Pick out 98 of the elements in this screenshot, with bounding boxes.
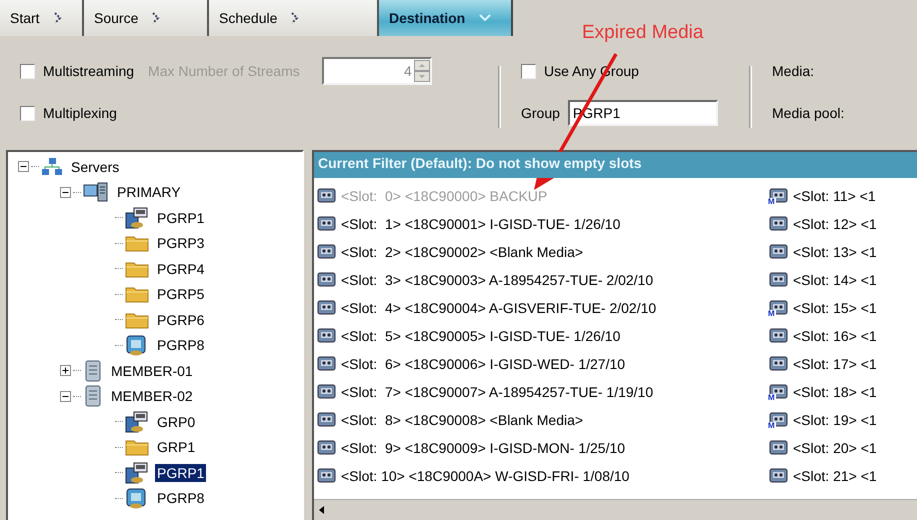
tree-item[interactable]: GRP0: [155, 412, 198, 431]
checkbox[interactable]: [20, 64, 35, 78]
tape-icon: [317, 439, 337, 457]
field-label: Media:: [772, 63, 814, 79]
tape-icon: [769, 187, 789, 205]
computer-icon: [125, 206, 149, 229]
folder-icon: [125, 438, 149, 456]
slot-item[interactable]: <Slot: 19> <1: [793, 412, 877, 428]
tape-icon: [769, 299, 789, 317]
tape-icon: [317, 411, 337, 429]
tree-item[interactable]: Servers: [69, 158, 122, 176]
horizontal-scrollbar[interactable]: [314, 499, 917, 520]
server-icon: [83, 385, 103, 408]
field-label: Media pool:: [772, 105, 844, 121]
wizard-tab[interactable]: Destination: [379, 0, 514, 36]
slot-item[interactable]: <Slot: 1> <18C90001> I-GISD-TUE- 1/26/10: [341, 216, 620, 232]
tape-icon: [769, 467, 789, 485]
tape-icon: [317, 355, 337, 373]
slot-item[interactable]: <Slot: 20> <1: [793, 440, 877, 456]
tape-icon: [769, 383, 789, 401]
slot-item[interactable]: <Slot: 15> <1: [793, 300, 877, 316]
tree-item[interactable]: GRP1: [155, 438, 198, 456]
tree-item[interactable]: PGRP5: [155, 285, 206, 304]
expand-toggle-icon[interactable]: [60, 365, 71, 376]
tape-icon: [317, 383, 337, 401]
wizard-tab[interactable]: Source: [84, 0, 209, 36]
computer-icon: [125, 410, 149, 433]
chevron-right-icon: [291, 12, 300, 24]
chevron-down-icon: [479, 14, 492, 22]
computer-icon: [125, 462, 149, 484]
annotation-label: Expired Media: [582, 22, 704, 44]
server-icon: [83, 360, 103, 382]
network-icon: [41, 156, 63, 177]
tape-icon: [317, 243, 337, 261]
m-label: M: [767, 422, 776, 430]
m-label: M: [767, 394, 776, 402]
tape-icon: [317, 299, 337, 317]
checkbox-label: Multistreaming: [43, 63, 134, 79]
wizard-tab[interactable]: Start: [0, 0, 84, 36]
tape-icon: [317, 327, 337, 345]
slot-item[interactable]: <Slot: 2> <18C90002> <Blank Media>: [341, 244, 584, 260]
m-label: M: [767, 310, 776, 318]
tape-icon: [769, 271, 789, 289]
slot-item[interactable]: <Slot: 18> <1: [793, 384, 877, 400]
field-label: Max Number of Streams: [148, 63, 300, 79]
tape-icon: [317, 271, 337, 289]
field-label: Group: [521, 105, 560, 121]
folder-icon: [125, 260, 149, 278]
checkbox[interactable]: [521, 64, 536, 78]
slot-item[interactable]: <Slot: 4> <18C90004> A-GISVERIF-TUE- 2/02/10: [341, 300, 656, 316]
tape-icon: [769, 439, 789, 457]
slot-item[interactable]: <Slot: 5> <18C90005> I-GISD-TUE- 1/26/10: [341, 328, 620, 344]
wizard-tab[interactable]: Schedule: [209, 0, 379, 36]
expand-toggle-icon[interactable]: [60, 390, 71, 402]
slot-item[interactable]: <Slot: 3> <18C90003> A-18954257-TUE- 2/02/10: [341, 272, 654, 288]
server-computer-icon: [83, 182, 109, 202]
chevron-right-icon: [152, 12, 160, 24]
tree-item[interactable]: PGRP4: [155, 260, 206, 278]
slot-item[interactable]: <Slot: 9> <18C90009> I-GISD-MON- 1/25/10: [341, 440, 626, 456]
slot-item[interactable]: <Slot: 10> <18C9000A> W-GISD-FRI- 1/08/10: [341, 468, 630, 484]
slot-item[interactable]: <Slot: 12> <1: [793, 216, 877, 232]
tree-item[interactable]: PGRP8: [155, 336, 206, 354]
slot-item[interactable]: <Slot: 14> <1: [793, 272, 877, 288]
checkbox-label: Multiplexing: [43, 105, 117, 121]
tape-icon: [769, 355, 789, 373]
checkbox[interactable]: [20, 106, 35, 120]
slot-item[interactable]: <Slot: 11> <1: [793, 188, 876, 204]
tree-item[interactable]: PGRP8: [155, 489, 206, 508]
expand-toggle-icon[interactable]: [60, 186, 71, 198]
expand-toggle-icon[interactable]: [18, 161, 29, 172]
m-label: M: [767, 198, 776, 206]
tape-icon: [317, 187, 337, 205]
folder-icon: [125, 285, 149, 304]
tree-item[interactable]: PGRP3: [155, 234, 206, 252]
tree-item[interactable]: MEMBER-02: [109, 387, 195, 406]
slot-item[interactable]: <Slot: 7> <18C90007> A-18954257-TUE- 1/19/10: [341, 384, 654, 400]
tape-icon: [769, 327, 789, 345]
tape-icon: [769, 215, 789, 233]
tape-icon: [317, 215, 337, 233]
tape-icon: [769, 411, 789, 429]
tree-item[interactable]: PRIMARY: [115, 183, 183, 202]
slot-item[interactable]: <Slot: 13> <1: [793, 244, 877, 260]
slot-item[interactable]: <Slot: 17> <1: [793, 356, 877, 372]
slot-item[interactable]: <Slot: 16> <1: [793, 328, 877, 344]
tape-icon: [317, 467, 337, 485]
tree-item[interactable]: PGRP1: [155, 208, 206, 227]
tree-item[interactable]: MEMBER-01: [109, 362, 195, 380]
tape-icon: [769, 243, 789, 261]
tree-item[interactable]: PGRP6: [155, 310, 206, 329]
filter-header: Current Filter (Default): Do not show empty slots: [314, 152, 917, 178]
slot-item[interactable]: <Slot: 8> <18C90008> <Blank Media>: [341, 412, 584, 428]
folder-icon: [125, 310, 149, 329]
folder-icon: [125, 234, 149, 252]
tree-item[interactable]: PGRP1: [155, 464, 206, 482]
spinner-arrows-icon[interactable]: [414, 60, 430, 82]
slot-item[interactable]: <Slot: 21> <1: [793, 468, 877, 484]
slot-item[interactable]: <Slot: 6> <18C90006> I-GISD-WED- 1/27/10: [341, 356, 626, 372]
chevron-right-icon: [54, 12, 62, 24]
